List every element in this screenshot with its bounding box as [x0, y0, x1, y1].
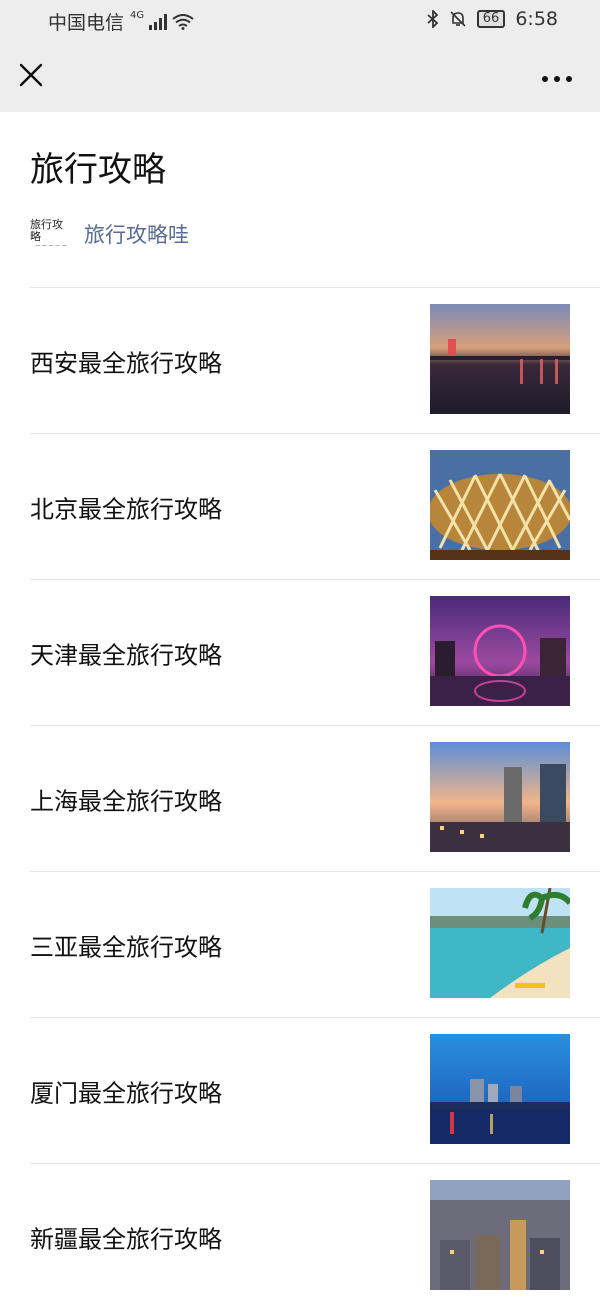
xiamen-night-skyline-image[interactable]	[430, 1034, 570, 1144]
network-type: 4G	[130, 10, 145, 21]
list-item[interactable]: 三亚最全旅行攻略	[30, 871, 600, 1017]
wifi-icon	[172, 13, 194, 30]
shanghai-skyline-image[interactable]	[430, 742, 570, 852]
bluetooth-icon	[427, 10, 439, 28]
more-button[interactable]	[540, 70, 574, 82]
close-icon	[19, 63, 43, 87]
status-left: 中国电信 4G	[48, 8, 194, 35]
clock: 6:58	[515, 8, 558, 30]
list-item[interactable]: 厦门最全旅行攻略	[30, 1017, 600, 1163]
account-row[interactable]: 旅行攻略 — — — — — 旅行攻略哇	[30, 214, 570, 254]
signal-icon	[149, 13, 168, 30]
tianjin-ferris-wheel-image[interactable]	[430, 596, 570, 706]
status-right: 66 6:58	[427, 8, 558, 30]
article-list: 西安最全旅行攻略 北京最全旅行攻略 天津最全旅行攻略 上海最全旅行攻略 三亚最全…	[0, 287, 600, 1300]
sanya-beach-image[interactable]	[430, 888, 570, 998]
page-title: 旅行攻略	[30, 150, 166, 190]
nav-bar	[0, 40, 600, 112]
carrier-label: 中国电信	[48, 12, 125, 34]
list-item[interactable]: 天津最全旅行攻略	[30, 579, 600, 725]
account-avatar[interactable]: 旅行攻略 — — — — —	[30, 218, 72, 250]
list-item-title: 三亚最全旅行攻略	[30, 933, 222, 961]
more-dots-icon	[542, 76, 572, 82]
article-header: 旅行攻略 旅行攻略 — — — — — 旅行攻略哇	[0, 112, 600, 254]
list-item-title: 西安最全旅行攻略	[30, 349, 222, 377]
avatar-text: 旅行攻略	[30, 218, 63, 243]
birds-nest-stadium-image[interactable]	[430, 450, 570, 560]
list-item-title: 北京最全旅行攻略	[30, 495, 222, 523]
battery-indicator: 66	[476, 10, 506, 28]
mute-bell-icon	[450, 11, 466, 27]
list-item-title: 天津最全旅行攻略	[30, 641, 222, 669]
xinjiang-city-image[interactable]	[430, 1180, 570, 1290]
close-button[interactable]	[18, 62, 44, 88]
account-name-link[interactable]: 旅行攻略哇	[84, 219, 189, 249]
list-item[interactable]: 上海最全旅行攻略	[30, 725, 600, 871]
list-item[interactable]: 新疆最全旅行攻略	[30, 1163, 600, 1300]
list-item-title: 厦门最全旅行攻略	[30, 1079, 222, 1107]
avatar-subtext-mark: — — — — —	[35, 243, 67, 249]
list-item-title: 上海最全旅行攻略	[30, 787, 222, 815]
status-bar: 中国电信 4G 66 6:58	[0, 0, 600, 40]
list-item-title: 新疆最全旅行攻略	[30, 1225, 222, 1253]
list-item[interactable]: 北京最全旅行攻略	[30, 433, 600, 579]
list-item[interactable]: 西安最全旅行攻略	[30, 287, 600, 433]
xian-night-tower-image[interactable]	[430, 304, 570, 414]
